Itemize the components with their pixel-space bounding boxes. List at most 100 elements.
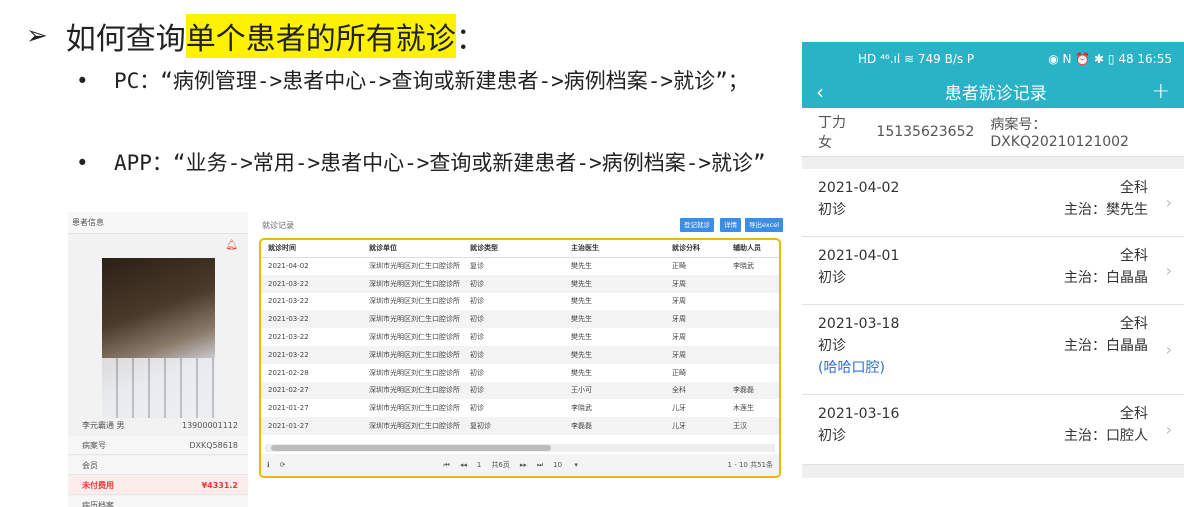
table-cell: 樊先生	[571, 297, 592, 306]
table-header-row: 就诊时间 就诊单位 就诊类型 主治医生 就诊分科 辅助人员	[261, 240, 779, 258]
table-cell: 牙周	[665, 310, 726, 329]
scrollbar-thumb[interactable]	[271, 445, 551, 451]
first-page-icon[interactable]: ⏮	[444, 461, 450, 470]
visit-department: 全科	[1120, 316, 1148, 332]
register-visit-button[interactable]: 登记就诊	[680, 218, 714, 232]
bullet-app-text: APP：“业务->常用->患者中心->查询或新建患者->病例档案->就诊”	[114, 151, 766, 175]
bell-icon[interactable]: 🔔︎	[225, 240, 238, 251]
table-cell	[726, 293, 779, 311]
table-cell: 木莲生	[733, 404, 754, 413]
table-cell: 深圳市光明区刘仁生口腔诊所	[369, 297, 460, 306]
table-cell	[726, 310, 779, 329]
page-size-value: 10	[553, 461, 563, 469]
table-cell: 2021-03-22	[268, 297, 309, 306]
table-cell: 深圳市光明区刘仁生口腔诊所	[362, 310, 463, 329]
table-row[interactable]: 2021-03-22 深圳市光明区刘仁生口腔诊所 初诊 樊先生 牙周	[261, 345, 779, 364]
table-row[interactable]: 2021-03-22 深圳市光明区刘仁生口腔诊所 初诊 樊先生 牙周	[261, 310, 779, 329]
total-pages: 共6页	[491, 461, 510, 469]
visit-records-title: 就诊记录	[262, 221, 294, 230]
table-cell: 2021-03-22	[261, 274, 362, 293]
table-row[interactable]: 2021-02-28 深圳市光明区刘仁生口腔诊所 初诊 樊先生 正畸	[261, 364, 779, 382]
table-cell: 深圳市光明区刘仁生口腔诊所	[362, 345, 463, 364]
table-cell: 深圳市光明区刘仁生口腔诊所	[362, 381, 463, 400]
case-number-row: 病案号 DXKQ58618	[68, 436, 248, 455]
table-cell: 李晓武	[733, 262, 754, 271]
patient-phone: 15135623652	[876, 124, 975, 140]
column-header[interactable]: 就诊时间	[261, 240, 362, 258]
visit-department: 全科	[1120, 406, 1148, 422]
phone-screen: HD ⁴⁶.ıl ≋ 749 B/s P ◉ N ⏰ ✱ ▯ 48 16:55 …	[802, 42, 1184, 478]
records-row[interactable]: 病历档案	[68, 496, 248, 507]
unpaid-row[interactable]: 未付费用 ¥4331.2	[68, 476, 248, 495]
row-label: 病历档案	[82, 501, 114, 507]
details-button[interactable]: 详情	[720, 218, 741, 232]
column-header[interactable]: 辅助人员	[726, 240, 779, 258]
visit-records-panel: 就诊记录 登记就诊 详情 导出excel 就诊时间 就诊单位 就诊类型 主治医生…	[256, 212, 783, 482]
table-cell: 初诊	[470, 368, 484, 377]
table-row[interactable]: 2021-01-27 深圳市光明区刘仁生口腔诊所 复初诊 李磊磊 儿牙 王汉	[261, 417, 779, 435]
visit-card[interactable]: 2021-03-16 全科初诊 主治：口腔人 ›	[802, 395, 1184, 465]
table-cell: 2021-03-22	[261, 345, 362, 364]
column-header[interactable]: 主治医生	[564, 240, 665, 258]
visit-doctor: 主治：白晶晶	[1064, 270, 1148, 286]
table-cell: 2021-02-28	[268, 368, 309, 377]
table-cell: 正畸	[672, 262, 686, 271]
chevron-right-icon: ›	[1165, 420, 1172, 439]
patient-info-panel: 患者信息 🔔︎ 李元霸通 男 13900001112 病案号 DXKQ58618…	[68, 212, 248, 507]
member-row[interactable]: 会员	[68, 456, 248, 475]
horizontal-scrollbar[interactable]	[265, 444, 775, 452]
table-row[interactable]: 2021-04-02 深圳市光明区刘仁生口腔诊所 复诊 樊先生 正畸 李晓武	[261, 257, 779, 275]
table-row[interactable]: 2021-03-22 深圳市光明区刘仁生口腔诊所 初诊 樊先生 牙周	[261, 274, 779, 293]
table-cell: 王小可	[564, 381, 665, 400]
add-icon[interactable]: +	[1152, 79, 1170, 104]
table-cell: 初诊	[463, 381, 564, 400]
table-row[interactable]: 2021-03-22 深圳市光明区刘仁生口腔诊所 初诊 樊先生 牙周	[261, 293, 779, 311]
table-row[interactable]: 2021-01-27 深圳市光明区刘仁生口腔诊所 初诊 李晓武 儿牙 木莲生	[261, 399, 779, 417]
column-header[interactable]: 就诊类型	[463, 240, 564, 258]
chevron-right-icon: ›	[1165, 193, 1172, 212]
visit-date: 2021-03-18	[818, 316, 900, 332]
phone-title: 患者就诊记录	[944, 84, 1047, 104]
patient-phone: 13900001112	[182, 421, 238, 430]
table-cell: 儿牙	[672, 404, 686, 413]
table-cell: 牙周	[672, 297, 686, 306]
visit-card[interactable]: 2021-03-18 全科 初诊 主治：白晶晶 (哈哈口腔) ›	[802, 305, 1184, 395]
visit-clinic: (哈哈口腔)	[818, 360, 885, 376]
table-row[interactable]: 2021-03-22 深圳市光明区刘仁生口腔诊所 初诊 樊先生 牙周	[261, 328, 779, 346]
table-cell: 2021-04-02	[268, 262, 309, 271]
table-cell: 初诊	[470, 404, 484, 413]
export-excel-button[interactable]: 导出excel	[745, 218, 783, 232]
last-page-icon[interactable]: ⏭	[537, 461, 543, 470]
refresh-icon[interactable]: ⟳	[280, 461, 286, 469]
patient-name: 李元霸通 男	[82, 421, 125, 430]
table-cell: 牙周	[665, 345, 726, 364]
prev-page-icon[interactable]: ◂◂	[460, 461, 467, 469]
heading-highlight: 单个患者的所有就诊	[185, 14, 456, 58]
table-cell: 李磊磊	[726, 381, 779, 400]
row-value: ¥4331.2	[201, 481, 238, 490]
visit-list: 2021-04-02 全科 初诊 主治：樊先生 › 2021-04-01 全科 初诊 主治：白晶…	[802, 169, 1184, 465]
keyboard-image	[102, 358, 215, 418]
back-chevron-icon[interactable]: ‹	[816, 80, 840, 104]
visit-card[interactable]: 2021-04-02 全科 初诊 主治：樊先生 ›	[802, 169, 1184, 237]
table-cell	[726, 364, 779, 382]
visit-type: 初诊	[818, 270, 846, 286]
table-cell: 王汉	[726, 417, 779, 435]
visit-date: 2021-03-16	[818, 406, 900, 422]
visit-card[interactable]: 2021-04-01 全科 初诊 主治：白晶晶 ›	[802, 237, 1184, 305]
page-number-input[interactable]: 1	[477, 461, 481, 469]
table-cell: 2021-02-27	[261, 381, 362, 400]
visit-type: 初诊	[818, 428, 846, 444]
table-cell: 樊先生	[564, 274, 665, 293]
page-size-select[interactable]: 10 ▾	[553, 461, 578, 469]
table-cell: 樊先生	[564, 310, 665, 329]
column-header[interactable]: 就诊单位	[362, 240, 463, 258]
table-cell: 牙周	[665, 274, 726, 293]
info-icon[interactable]: ℹ	[267, 461, 270, 469]
visit-doctor: 主治：口腔人	[1064, 428, 1148, 444]
table-row[interactable]: 2021-02-27 深圳市光明区刘仁生口腔诊所 初诊 王小可 全科 李磊磊	[261, 381, 779, 400]
table-cell: 深圳市光明区刘仁生口腔诊所	[369, 368, 460, 377]
column-header[interactable]: 就诊分科	[665, 240, 726, 258]
chevron-right-icon: ›	[1165, 340, 1172, 359]
next-page-icon[interactable]: ▸▸	[520, 461, 527, 469]
